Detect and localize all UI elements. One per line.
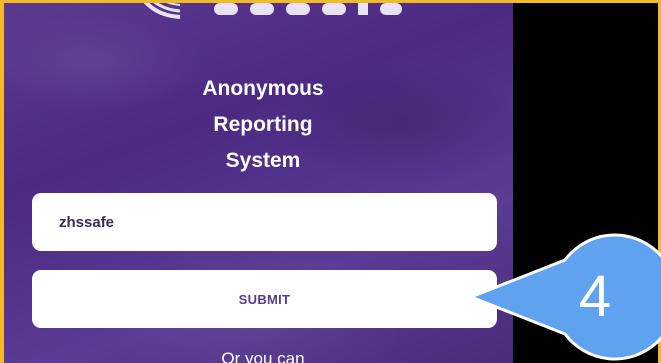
submit-button[interactable]: SUBMIT: [32, 270, 497, 328]
page-title: Anonymous Reporting System: [143, 71, 383, 179]
screenshot-frame: Anonymous Reporting System SUBMIT Or you…: [0, 0, 661, 363]
brand-logo: [118, 3, 418, 23]
alternate-option-text: Or you can: [221, 349, 305, 363]
step-number: 4: [578, 264, 612, 329]
title-line-1: Anonymous: [202, 77, 324, 100]
access-code-input[interactable]: [32, 193, 497, 251]
frame-border-top: [0, 0, 661, 3]
reporting-panel: Anonymous Reporting System SUBMIT Or you…: [3, 3, 513, 363]
brand-logo-icon: [143, 3, 402, 19]
frame-border-left: [0, 0, 4, 363]
title-line-2: Reporting: [213, 113, 313, 136]
title-line-3: System: [225, 149, 301, 172]
